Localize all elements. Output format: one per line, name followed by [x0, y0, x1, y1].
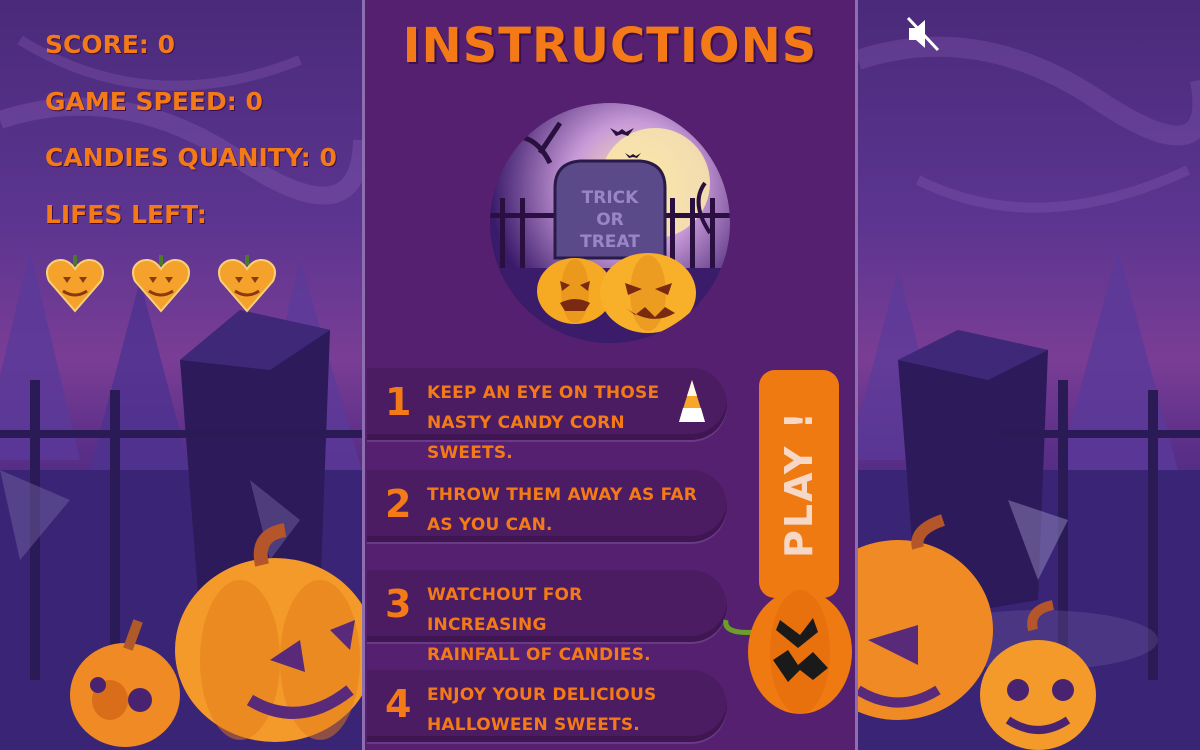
- game-scene: SCORE: 0 GAME SPEED: 0 CANDIES QUANITY: …: [0, 0, 1200, 750]
- step-number: 3: [385, 582, 412, 626]
- score-display: SCORE: 0: [45, 30, 176, 59]
- step-text: THROW THEM AWAY AS FAR AS YOU CAN.: [427, 480, 707, 540]
- trick-or-treat-badge: TRICK OR TREAT: [490, 103, 730, 343]
- step-text-line: RAINFALL OF CANDIES.: [427, 645, 651, 665]
- badge-text-trick: TRICK: [582, 188, 639, 208]
- right-background: [858, 0, 1200, 750]
- step-text: KEEP AN EYE ON THOSE NASTY CANDY CORN SW…: [427, 378, 707, 468]
- step-number: 2: [385, 482, 412, 526]
- step-text: ENJOY YOUR DELICIOUS HALLOWEEN SWEETS.: [427, 680, 707, 740]
- instruction-step: 3 WATCHOUT FOR INCREASING RAINFALL OF CA…: [367, 570, 727, 665]
- instruction-step: 1 KEEP AN EYE ON THOSE NASTY CANDY CORN …: [367, 368, 727, 463]
- badge-text-or: OR: [596, 210, 624, 230]
- badge-text-treat: TREAT: [580, 232, 640, 252]
- step-text-line: AS YOU CAN.: [427, 515, 553, 535]
- instruction-step: 4 ENJOY YOUR DELICIOUS HALLOWEEN SWEETS.: [367, 670, 727, 742]
- step-text-line: THROW THEM AWAY AS FAR: [427, 485, 698, 505]
- pumpkin-heart-life-icon: [132, 255, 190, 313]
- step-text-line: KEEP AN EYE ON THOSE: [427, 383, 660, 403]
- game-speed-display: GAME SPEED: 0: [45, 87, 263, 116]
- candy-corn-icon: [679, 380, 705, 422]
- play-button-label: PLAY !: [777, 410, 821, 558]
- candies-quantity-display: CANDIES QUANITY: 0: [45, 143, 337, 172]
- step-text-line: HALLOWEEN SWEETS.: [427, 715, 640, 735]
- instruction-step: 2 THROW THEM AWAY AS FAR AS YOU CAN.: [367, 470, 727, 542]
- pumpkin-heart-life-icon: [46, 255, 104, 313]
- step-number: 4: [385, 682, 412, 726]
- speaker-muted-icon: [906, 16, 940, 52]
- lifes-left-label: LIFES LEFT:: [45, 200, 207, 229]
- instructions-title: INSTRUCTIONS: [402, 18, 818, 74]
- step-text-line: NASTY CANDY CORN SWEETS.: [427, 413, 625, 463]
- step-text-line: WATCHOUT FOR INCREASING: [427, 585, 583, 635]
- angry-pumpkin-icon: [723, 590, 852, 714]
- play-button[interactable]: PLAY !: [759, 370, 839, 598]
- step-number: 1: [385, 380, 412, 424]
- step-text: WATCHOUT FOR INCREASING RAINFALL OF CAND…: [427, 580, 707, 670]
- step-text-line: ENJOY YOUR DELICIOUS: [427, 685, 657, 705]
- pumpkin-heart-life-icon: [218, 255, 276, 313]
- mute-toggle-button[interactable]: [905, 15, 943, 53]
